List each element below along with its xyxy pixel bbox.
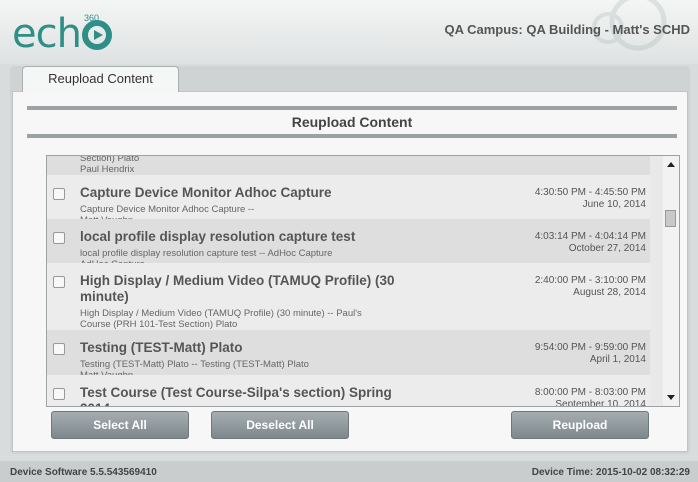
panel-title-bar: Reupload Content bbox=[27, 106, 677, 138]
row-checkbox[interactable] bbox=[53, 232, 65, 244]
location-label: QA Campus: QA Building - Matt's SCHD bbox=[444, 22, 690, 37]
scroll-up-arrow-icon[interactable] bbox=[667, 162, 675, 167]
row-time-range: 9:54:00 PM - 9:59:00 PM bbox=[534, 342, 646, 353]
row-title: local profile display resolution capture… bbox=[80, 229, 356, 244]
row-time-range: 2:40:00 PM - 3:10:00 PM bbox=[534, 275, 646, 286]
row-title: Capture Device Monitor Adhoc Capture bbox=[80, 185, 332, 200]
device-software-version: Device Software 5.5.543569410 bbox=[10, 467, 157, 478]
content-panel: Reupload Content Section) Plato Paul Hen… bbox=[12, 91, 688, 452]
tab-reupload-content[interactable]: Reupload Content bbox=[22, 66, 179, 92]
list-scrollbar[interactable] bbox=[663, 156, 679, 406]
logo-superscript: 360 bbox=[84, 13, 100, 23]
row-checkbox[interactable] bbox=[53, 388, 65, 400]
logo-play-icon bbox=[81, 20, 112, 50]
scroll-down-arrow-icon[interactable] bbox=[667, 395, 675, 400]
scrollbar-thumb[interactable] bbox=[665, 210, 676, 227]
panel-title: Reupload Content bbox=[291, 114, 413, 130]
row-time-range: 4:03:14 PM - 4:04:14 PM bbox=[534, 231, 646, 242]
row-date: April 1, 2014 bbox=[589, 354, 646, 365]
row-title: High Display / Medium Video (TAMUQ Profi… bbox=[80, 273, 395, 304]
app-header: ech 360 QA Campus: QA Building - Matt's … bbox=[0, 0, 698, 64]
row-checkbox[interactable] bbox=[53, 276, 65, 288]
row-time-range: 4:30:50 PM - 4:45:50 PM bbox=[534, 187, 646, 198]
device-time: Device Time: 2015-10-02 08:32:29 bbox=[531, 467, 690, 478]
row-date: June 10, 2014 bbox=[582, 199, 646, 210]
recordings-list[interactable]: Section) Plato Paul Hendrix Capture Devic… bbox=[46, 155, 680, 407]
row-time-range: 8:00:00 PM - 8:03:00 PM bbox=[534, 387, 646, 398]
main-panel: Reupload Content Reupload Content Sectio… bbox=[10, 66, 690, 454]
deselect-all-button[interactable]: Deselect All bbox=[211, 411, 349, 439]
row-title: Testing (TEST-Matt) Plato bbox=[80, 340, 243, 355]
row-checkbox[interactable] bbox=[53, 343, 65, 355]
list-item[interactable]: local profile display resolution capture… bbox=[47, 219, 650, 270]
list-item[interactable]: Capture Device Monitor Adhoc Capture Capt… bbox=[47, 175, 650, 226]
row-description: Section) Plato Paul Hendrix bbox=[80, 155, 140, 175]
select-all-button[interactable]: Select All bbox=[51, 411, 189, 439]
row-date: August 28, 2014 bbox=[573, 287, 646, 298]
reupload-button[interactable]: Reupload bbox=[511, 411, 649, 439]
row-date: September 10, 2014 bbox=[555, 399, 646, 407]
list-item[interactable]: High Display / Medium Video (TAMUQ Profi… bbox=[47, 263, 650, 341]
row-date: October 27, 2014 bbox=[568, 243, 646, 254]
list-item[interactable]: Testing (TEST-Matt) Plato Testing (TEST-M… bbox=[47, 330, 650, 381]
row-checkbox[interactable] bbox=[53, 188, 65, 200]
list-item[interactable]: Test Course (Test Course-Silpa's section… bbox=[47, 375, 650, 407]
row-title: Test Course (Test Course-Silpa's section… bbox=[80, 385, 392, 406]
status-footer: Device Software 5.5.543569410 Device Tim… bbox=[0, 461, 698, 482]
list-item[interactable]: Section) Plato Paul Hendrix bbox=[47, 155, 650, 175]
